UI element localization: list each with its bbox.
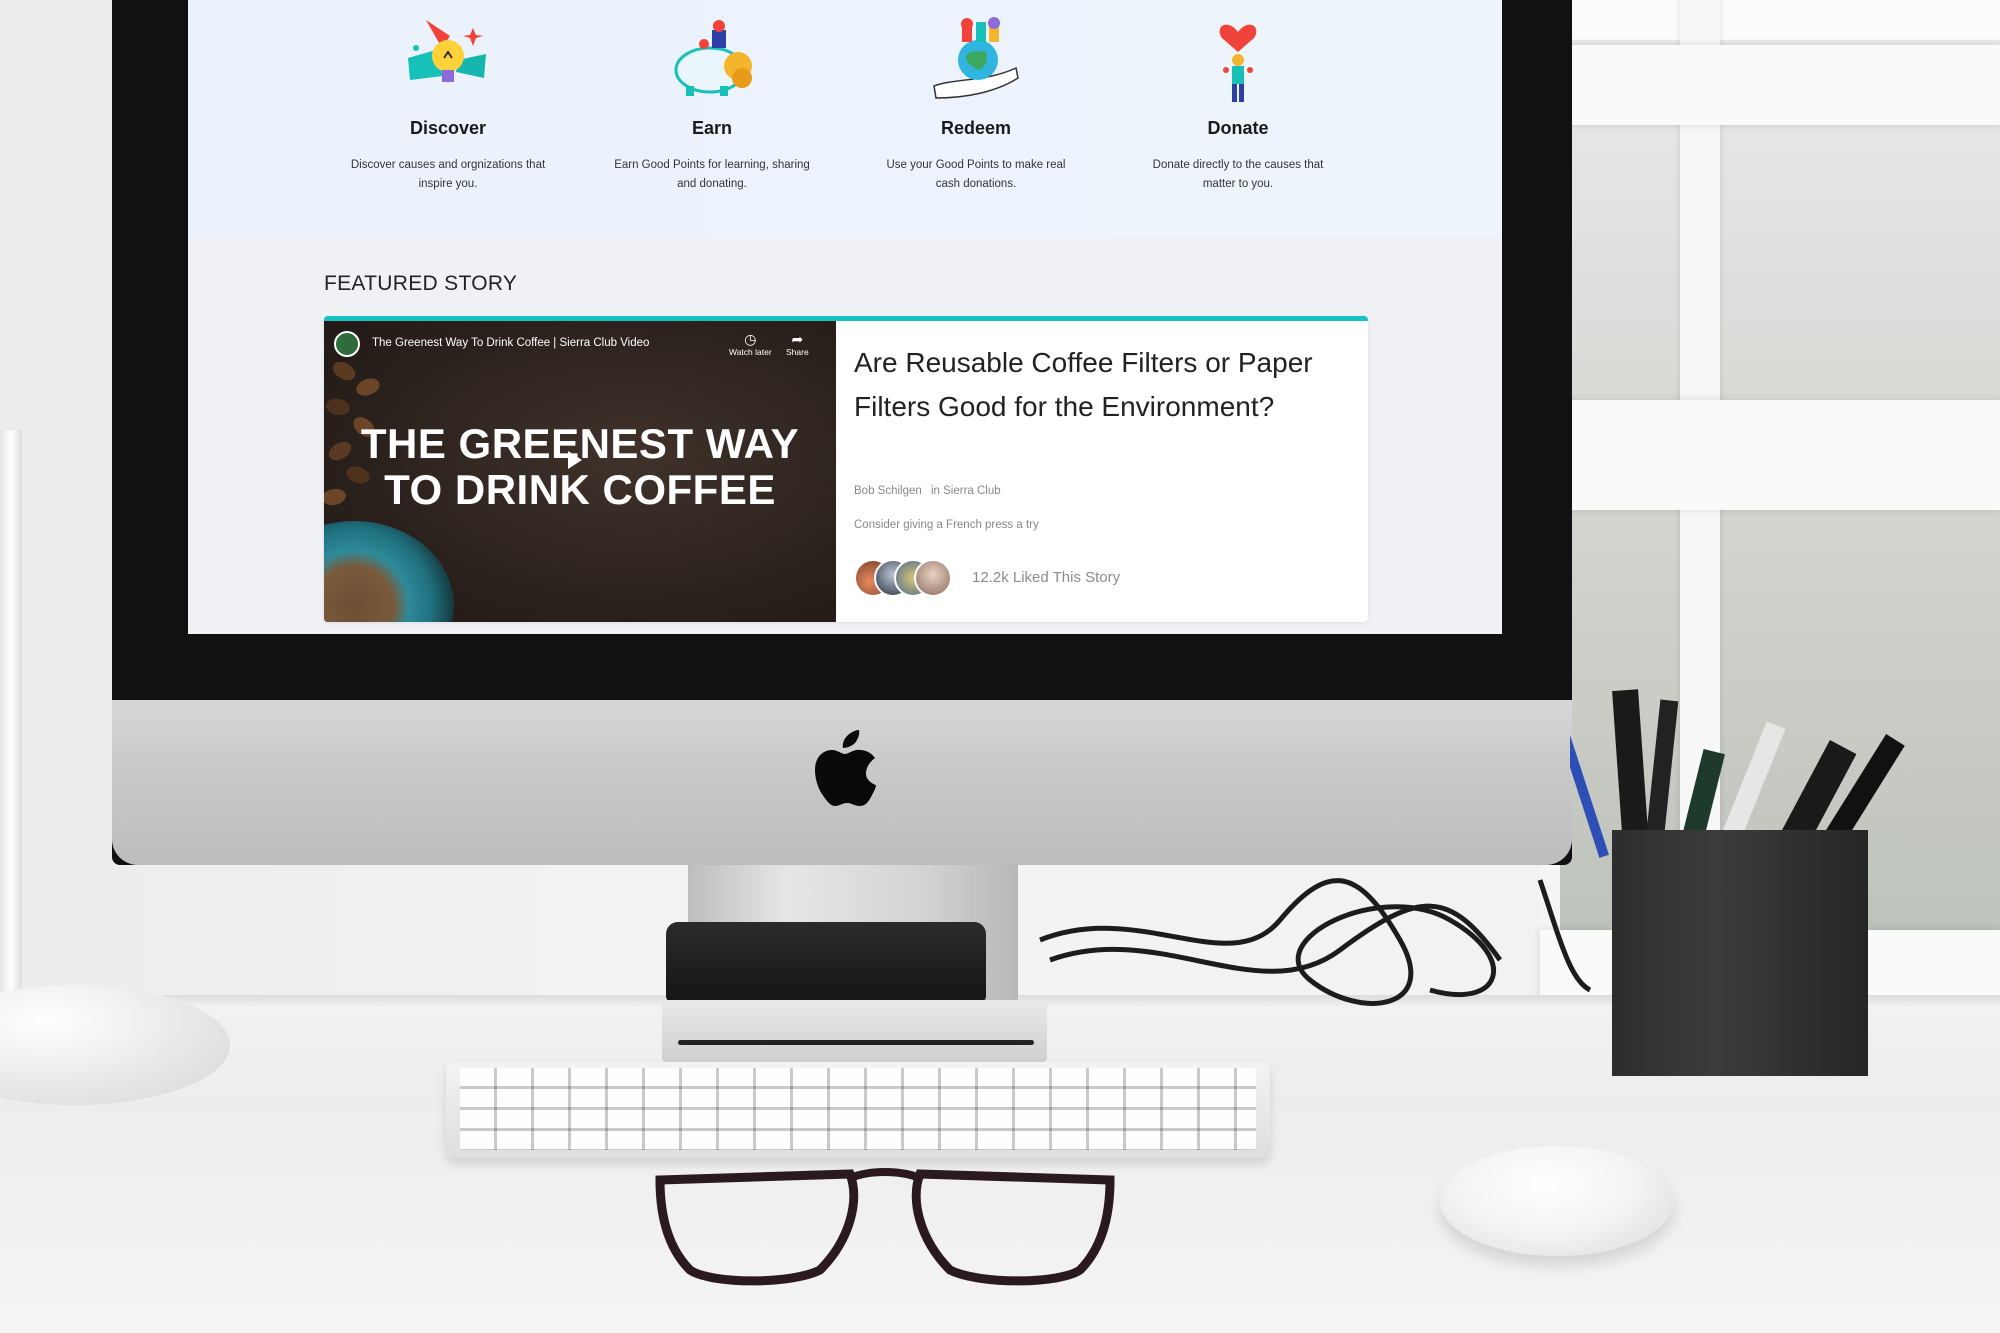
piggy-bank-icon bbox=[674, 20, 752, 96]
apple-logo-icon bbox=[815, 730, 876, 806]
likes-count: 12.2k Liked This Story bbox=[972, 569, 1121, 586]
share-arrow-icon: ➦ bbox=[791, 331, 804, 347]
hand-globe-icon bbox=[933, 17, 1019, 99]
step-title: Donate bbox=[1207, 118, 1269, 138]
keyboard-keys bbox=[460, 1068, 1256, 1150]
share-label: Share bbox=[786, 347, 809, 357]
clock-icon: ◷ bbox=[744, 331, 757, 347]
screen: Discover Discover causes and orgnization… bbox=[188, 0, 1502, 634]
cables bbox=[1039, 878, 1592, 1006]
channel-logo-icon[interactable] bbox=[334, 331, 360, 357]
play-icon[interactable] bbox=[568, 451, 582, 469]
video-player[interactable]: The Greenest Way To Drink Coffee | Sierr… bbox=[324, 321, 836, 622]
step-donate: Donate Donate directly to the causes tha… bbox=[1118, 0, 1358, 220]
share-button[interactable]: ➦ Share bbox=[786, 331, 809, 357]
story-title[interactable]: Are Reusable Coffee Filters or Paper Fil… bbox=[854, 341, 1334, 429]
step-title: Redeem bbox=[940, 118, 1012, 138]
story-subtitle: Consider giving a French press a try bbox=[854, 519, 1039, 531]
video-header: The Greenest Way To Drink Coffee | Sierr… bbox=[334, 331, 824, 371]
avatar bbox=[914, 559, 952, 597]
heart-person-icon bbox=[1219, 24, 1257, 102]
lightbulb-icon bbox=[408, 20, 486, 82]
magic-mouse[interactable] bbox=[1440, 1146, 1674, 1256]
eyeglasses bbox=[655, 1168, 1115, 1286]
step-discover: Discover Discover causes and orgnization… bbox=[328, 0, 568, 220]
story-details: Are Reusable Coffee Filters or Paper Fil… bbox=[854, 321, 1354, 622]
liker-avatars[interactable] bbox=[854, 559, 954, 599]
featured-story-card[interactable]: The Greenest Way To Drink Coffee | Sierr… bbox=[324, 316, 1368, 622]
video-headline-line2: TO DRINK COFFEE bbox=[384, 466, 776, 513]
pen-holder bbox=[1612, 830, 1868, 1076]
step-description: Use your Good Points to make real cash d… bbox=[886, 159, 1066, 190]
step-description: Donate directly to the causes that matte… bbox=[1152, 159, 1324, 190]
coffee-cup bbox=[324, 521, 454, 622]
watch-later-button[interactable]: ◷ Watch later bbox=[729, 331, 772, 357]
external-drive bbox=[666, 922, 986, 1002]
featured-heading: FEATURED STORY bbox=[324, 272, 518, 295]
story-author[interactable]: Bob Schilgen bbox=[854, 485, 922, 497]
step-redeem: Redeem Use your Good Points to make real… bbox=[856, 0, 1096, 220]
video-title[interactable]: The Greenest Way To Drink Coffee | Sierr… bbox=[372, 337, 649, 349]
story-source[interactable]: in Sierra Club bbox=[931, 485, 1001, 497]
step-title: Earn bbox=[691, 118, 733, 138]
step-description: Earn Good Points for learning, sharing a… bbox=[614, 159, 810, 190]
lamp-stem bbox=[0, 430, 22, 1030]
watch-later-label: Watch later bbox=[729, 347, 772, 357]
step-title: Discover bbox=[409, 118, 487, 138]
step-description: Discover causes and orgnizations that in… bbox=[350, 159, 546, 190]
step-earn: Earn Earn Good Points for learning, shar… bbox=[592, 0, 832, 220]
story-meta: Bob Schilgen in Sierra Club bbox=[854, 485, 1007, 497]
